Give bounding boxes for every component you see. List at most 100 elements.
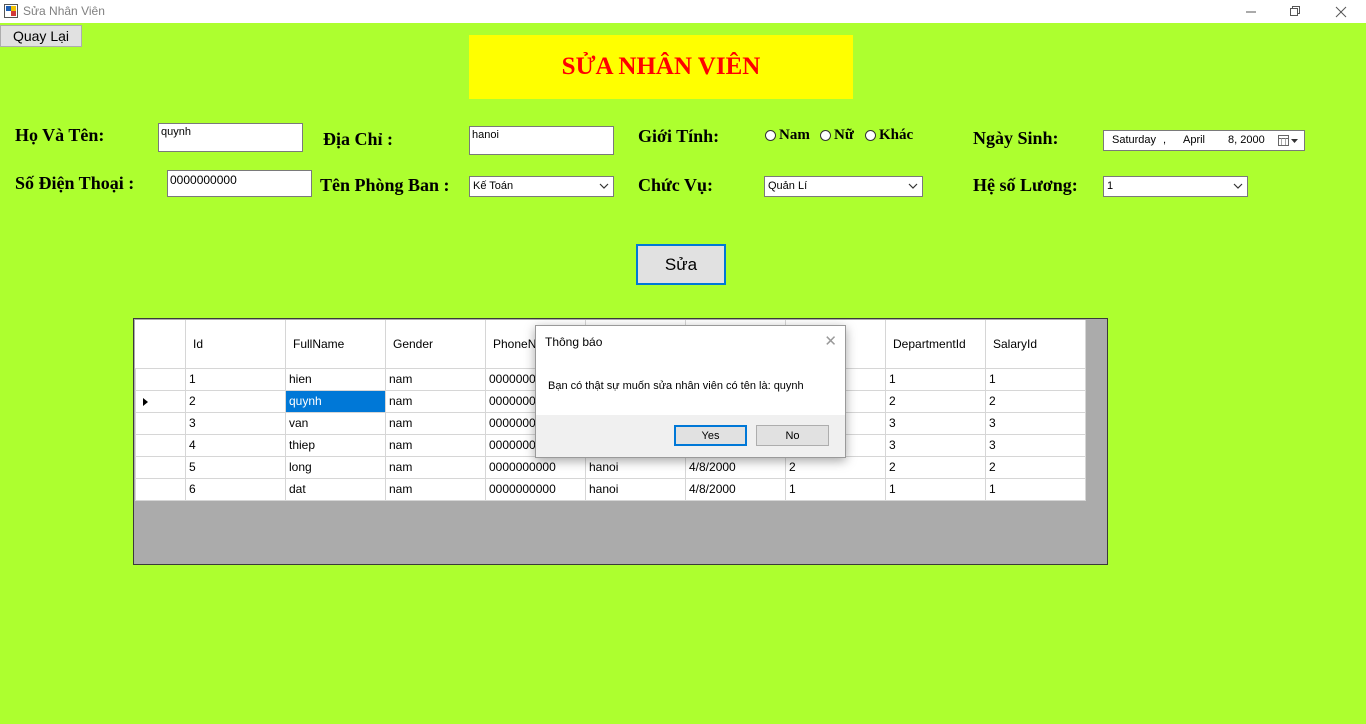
dialog-close-icon[interactable]: ✕: [824, 332, 837, 350]
table-row[interactable]: 6 dat nam 0000000000 hanoi 4/8/2000 1 1 1: [135, 477, 1086, 501]
table-cell[interactable]: 2: [885, 389, 986, 413]
dob-datepicker[interactable]: Saturday , April 8, 2000: [1103, 130, 1305, 151]
department-value: Kế Toán: [473, 180, 514, 192]
dob-day-year: 8, 2000: [1228, 134, 1265, 146]
position-value: Quản Lí: [768, 180, 808, 192]
close-icon: [1335, 6, 1347, 17]
table-cell[interactable]: 1: [785, 477, 886, 501]
chevron-down-icon: [599, 183, 609, 189]
table-cell[interactable]: 0000000000: [485, 477, 586, 501]
table-cell[interactable]: nam: [385, 411, 486, 435]
table-cell[interactable]: 3: [885, 411, 986, 435]
dob-month: April: [1183, 134, 1206, 146]
radio-circle: [820, 130, 831, 141]
row-header[interactable]: [135, 411, 186, 435]
radio-circle: [865, 130, 876, 141]
name-label: Họ Và Tên:: [15, 125, 105, 145]
table-cell[interactable]: 1: [885, 367, 986, 391]
row-header[interactable]: [135, 477, 186, 501]
table-cell[interactable]: 4/8/2000: [685, 477, 786, 501]
table-cell[interactable]: 3: [985, 411, 1086, 435]
dialog-title: Thông báo: [545, 335, 603, 349]
table-cell[interactable]: hanoi: [585, 455, 686, 479]
table-cell[interactable]: nam: [385, 455, 486, 479]
table-cell[interactable]: 4/8/2000: [685, 455, 786, 479]
table-cell[interactable]: quynh: [285, 389, 386, 413]
phone-label: Số Điện Thoại :: [15, 173, 135, 193]
column-header[interactable]: DepartmentId: [885, 320, 986, 368]
table-cell[interactable]: 6: [185, 477, 286, 501]
position-label: Chức Vụ:: [638, 175, 713, 195]
table-cell[interactable]: 2: [785, 455, 886, 479]
phone-input[interactable]: 0000000000: [167, 170, 312, 197]
table-cell[interactable]: dat: [285, 477, 386, 501]
chevron-down-icon: [1233, 183, 1243, 189]
row-header[interactable]: [135, 455, 186, 479]
dialog-footer: Yes No: [536, 415, 845, 457]
table-cell[interactable]: thiep: [285, 433, 386, 457]
table-cell[interactable]: 1: [185, 367, 286, 391]
edit-submit-button[interactable]: Sửa: [636, 244, 726, 285]
table-cell[interactable]: 5: [185, 455, 286, 479]
minimize-button[interactable]: [1228, 0, 1274, 23]
table-row[interactable]: 5 long nam 0000000000 hanoi 4/8/2000 2 2 2: [135, 455, 1086, 479]
position-select[interactable]: Quản Lí: [764, 176, 923, 197]
close-button[interactable]: [1318, 0, 1364, 23]
radio-circle: [765, 130, 776, 141]
dob-label: Ngày Sinh:: [973, 128, 1059, 148]
table-cell[interactable]: 4: [185, 433, 286, 457]
row-header-corner: [135, 320, 186, 368]
table-cell[interactable]: 3: [185, 411, 286, 435]
calendar-dropdown-icon[interactable]: [1278, 134, 1300, 147]
dob-weekday: Saturday: [1112, 134, 1157, 146]
address-label: Địa Chỉ :: [323, 129, 394, 149]
dob-separator: ,: [1163, 134, 1167, 146]
table-cell[interactable]: nam: [385, 367, 486, 391]
table-cell[interactable]: 2: [985, 455, 1086, 479]
salary-select[interactable]: 1: [1103, 176, 1248, 197]
table-cell[interactable]: hanoi: [585, 477, 686, 501]
row-header[interactable]: [135, 433, 186, 457]
minimize-icon: [1245, 11, 1256, 13]
table-cell[interactable]: 3: [985, 433, 1086, 457]
salary-value: 1: [1107, 180, 1114, 192]
table-cell[interactable]: 2: [885, 455, 986, 479]
table-cell[interactable]: nam: [385, 389, 486, 413]
dialog-no-button[interactable]: No: [756, 425, 829, 446]
table-cell[interactable]: 1: [985, 367, 1086, 391]
column-header[interactable]: Id: [185, 320, 286, 368]
address-input[interactable]: hanoi: [469, 126, 614, 155]
column-header[interactable]: FullName: [285, 320, 386, 368]
window-title: Sửa Nhân Viên: [23, 4, 105, 18]
gender-radio-khac[interactable]: Khác: [865, 127, 913, 144]
table-cell[interactable]: hien: [285, 367, 386, 391]
table-cell[interactable]: long: [285, 455, 386, 479]
dialog-yes-button[interactable]: Yes: [674, 425, 747, 446]
name-input[interactable]: quynh: [158, 123, 303, 152]
table-cell[interactable]: 2: [185, 389, 286, 413]
table-cell[interactable]: nam: [385, 433, 486, 457]
salary-label: Hệ số Lương:: [973, 175, 1078, 195]
page-title-banner: SỬA NHÂN VIÊN: [469, 35, 853, 99]
column-header[interactable]: Gender: [385, 320, 486, 368]
table-cell[interactable]: 2: [985, 389, 1086, 413]
gender-option-label: Nam: [779, 127, 810, 143]
gender-radio-nu[interactable]: Nữ: [820, 127, 854, 144]
table-cell[interactable]: nam: [385, 477, 486, 501]
restore-icon: [1289, 6, 1300, 16]
column-header[interactable]: SalaryId: [985, 320, 1086, 368]
table-cell[interactable]: 0000000000: [485, 455, 586, 479]
row-header[interactable]: [135, 367, 186, 391]
table-cell[interactable]: 1: [985, 477, 1086, 501]
back-button[interactable]: Quay Lại: [0, 25, 82, 47]
restore-button[interactable]: [1272, 0, 1318, 23]
table-cell[interactable]: 1: [885, 477, 986, 501]
department-select[interactable]: Kế Toán: [469, 176, 614, 197]
table-cell[interactable]: van: [285, 411, 386, 435]
gender-radio-nam[interactable]: Nam: [765, 127, 810, 144]
page-title: SỬA NHÂN VIÊN: [561, 53, 761, 80]
gender-label: Giới Tính:: [638, 126, 720, 146]
row-header[interactable]: [135, 389, 186, 413]
app-icon: [4, 4, 18, 18]
table-cell[interactable]: 3: [885, 433, 986, 457]
